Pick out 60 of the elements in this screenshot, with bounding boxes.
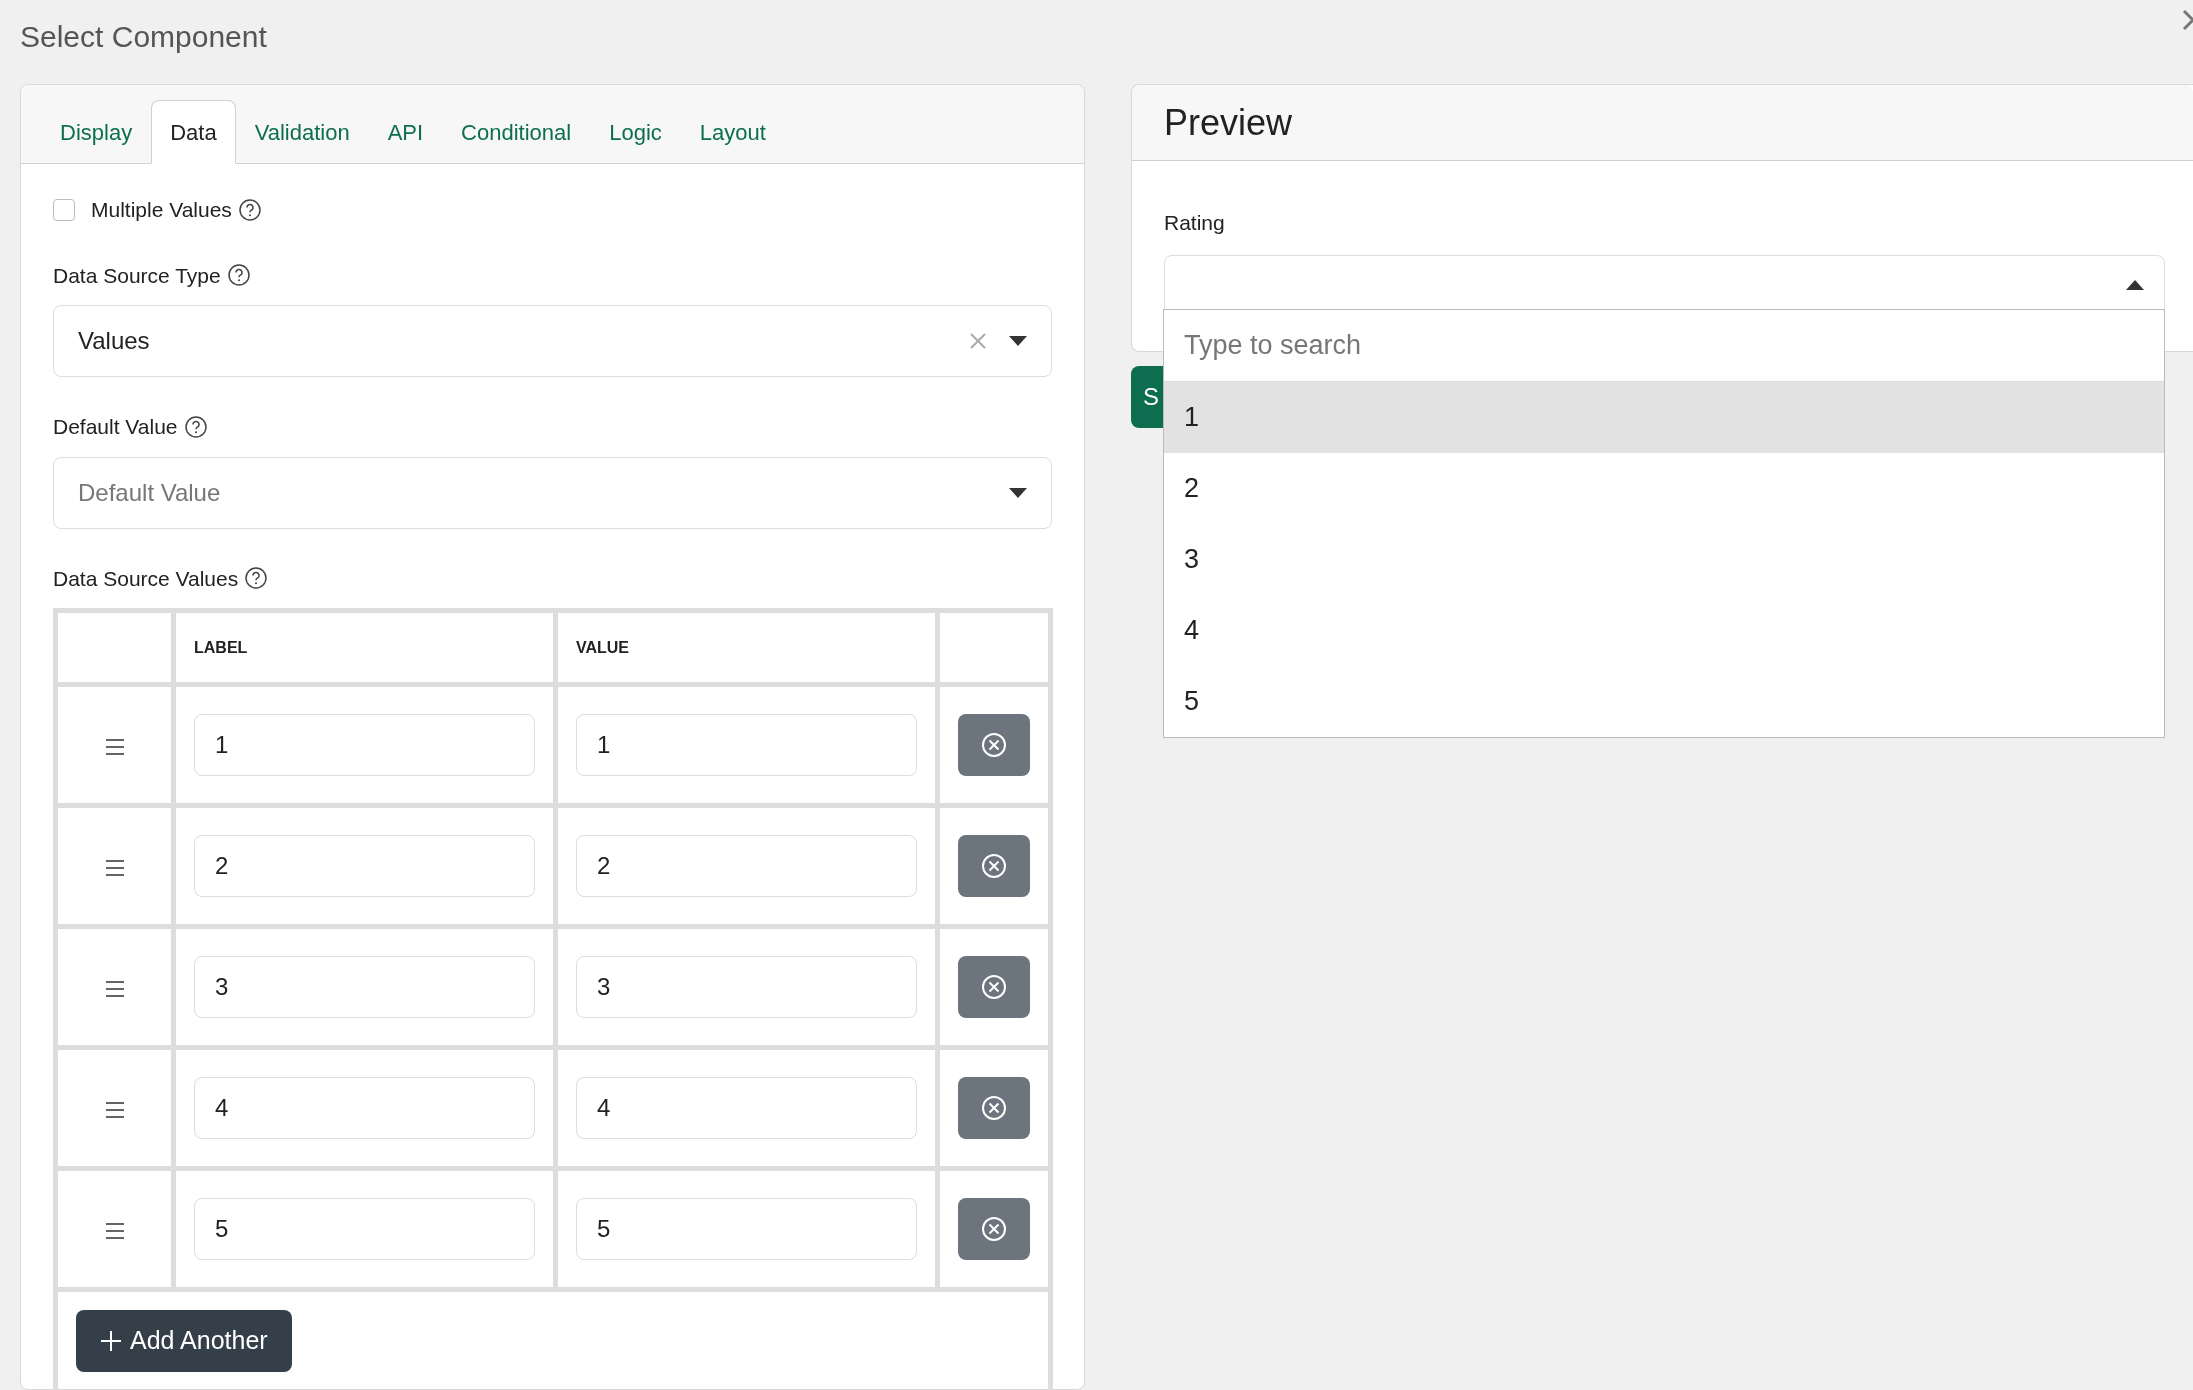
input-field[interactable]: 4 [576,1077,917,1139]
remove-icon [981,853,1007,879]
add-another-button[interactable]: Add Another [76,1310,292,1372]
remove-button[interactable] [958,956,1030,1018]
remove-icon [981,1095,1007,1121]
remove-button[interactable] [958,714,1030,776]
select-field[interactable]: Values [53,305,1052,377]
drag-handle-icon[interactable] [104,737,125,756]
drag-handle-icon[interactable] [104,1221,125,1240]
remove-button[interactable] [958,1198,1030,1260]
tab[interactable]: Layout [680,100,785,164]
field-label: Data Source Type [53,262,221,289]
tab[interactable]: API [368,100,443,164]
column-header: VALUE [576,638,630,656]
tab[interactable]: Logic [590,100,681,164]
input-field[interactable]: 1 [576,714,917,776]
tab[interactable]: Conditional [442,100,591,164]
preview-title: Preview [1164,100,1293,145]
select-field[interactable]: Default Value [53,456,1052,529]
plus-icon [100,1330,122,1352]
field-label: Rating [1164,210,1225,236]
caret-icon [1009,487,1027,498]
input-field[interactable]: 5 [576,1198,917,1260]
tab[interactable]: Validation [235,100,369,164]
input-field[interactable]: 4 [194,1077,535,1139]
field-label: Default Value [53,414,178,440]
remove-icon [981,974,1007,1000]
select-value: Values [78,326,151,356]
remove-button[interactable] [958,1077,1030,1139]
drag-handle-icon[interactable] [104,979,125,998]
dropdown-option[interactable]: 5 [1164,666,2164,737]
help-icon[interactable] [226,263,251,288]
checkbox[interactable] [53,198,75,221]
dropdown-option[interactable]: 4 [1164,595,2164,666]
input-field[interactable]: 1 [194,714,535,776]
field-label: Multiple Values [91,197,232,223]
dialog-title: Select Component [20,19,267,55]
column-header: LABEL [194,638,248,656]
tab[interactable]: Display [41,100,152,164]
input-field[interactable]: 5 [194,1198,535,1260]
field-label: Data Source Values [53,565,239,592]
select-placeholder: Default Value [78,477,222,508]
help-icon[interactable] [237,197,262,222]
remove-icon [981,732,1007,758]
caret-icon [1009,336,1027,346]
tab[interactable]: Data [151,100,236,164]
dropdown-option[interactable]: 3 [1164,524,2164,595]
input-field[interactable]: 2 [194,835,535,897]
remove-icon [981,1216,1007,1242]
drag-handle-icon[interactable] [104,858,125,877]
input-field[interactable]: 2 [576,835,917,897]
input-field[interactable]: 3 [194,956,535,1018]
drag-handle-icon[interactable] [104,1100,125,1119]
caret-icon [2126,279,2144,290]
dropdown-option[interactable]: 2 [1164,453,2164,524]
help-icon[interactable] [244,566,269,591]
help-icon[interactable] [183,414,208,439]
dropdown-option[interactable]: 1 [1164,382,2164,453]
input-field[interactable]: 3 [576,956,917,1018]
remove-button[interactable] [958,835,1030,897]
